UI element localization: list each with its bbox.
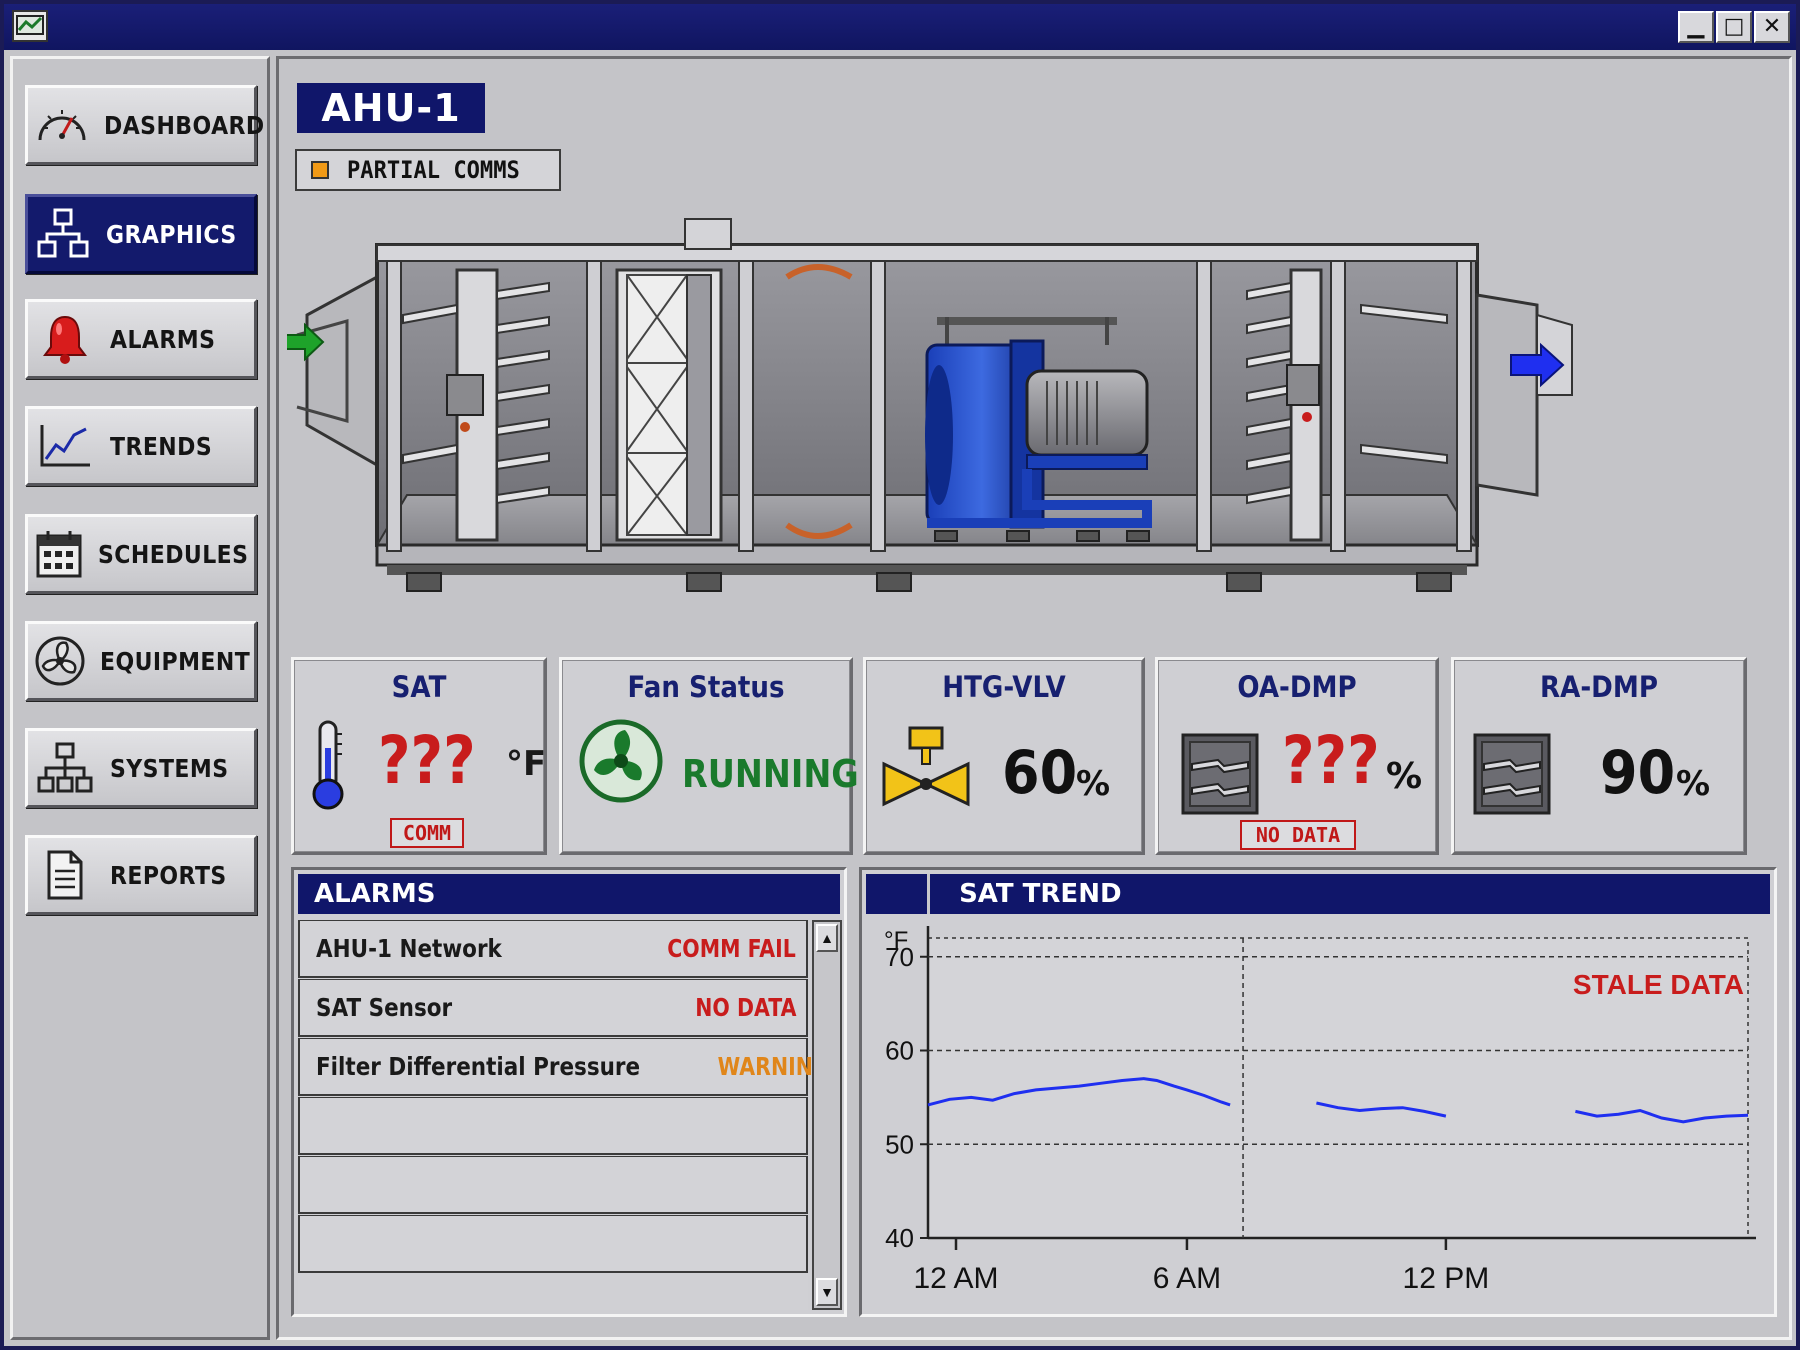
thermometer-icon [312, 720, 344, 810]
trend-line-icon [34, 418, 96, 474]
controller-box [684, 218, 732, 250]
nav-label: REPORTS [110, 860, 227, 890]
ra-dmp-value: 90 [1600, 738, 1676, 808]
alarm-scrollbar[interactable]: ▲ ▼ [812, 920, 842, 1310]
nav-label: GRAPHICS [105, 219, 237, 249]
valve-icon [882, 726, 970, 807]
sat-comm-tag: COMM [390, 818, 464, 848]
ra-dmp-title: RA-DMP [1540, 670, 1658, 704]
y-tick-label: 50 [885, 1129, 914, 1159]
nav-label: ALARMS [110, 324, 216, 354]
alarm-row[interactable] [298, 1097, 808, 1155]
htg-vlv-tile[interactable]: HTG-VLV 60 % [863, 657, 1145, 855]
nav-trends-button[interactable]: TRENDS [25, 406, 257, 486]
ra-dmp-tile[interactable]: RA-DMP 90 % [1451, 657, 1747, 855]
damper-icon [1181, 733, 1259, 815]
outlet-duct [1475, 293, 1573, 497]
minimize-button[interactable]: ▁ [1678, 11, 1714, 43]
htg-vlv-title: HTG-VLV [942, 670, 1066, 704]
scroll-down-button[interactable]: ▼ [816, 1278, 838, 1306]
comm-status-badge: PARTIAL COMMS [295, 149, 561, 191]
ahu-graphic [287, 218, 1573, 592]
alarm-row[interactable]: SAT Sensor NO DATA [298, 979, 808, 1037]
oa-dmp-title: OA-DMP [1237, 670, 1357, 704]
x-tick-label: 12 AM [913, 1262, 998, 1295]
oa-dmp-no-data-tag: NO DATA [1240, 820, 1356, 850]
alarm-row[interactable] [298, 1156, 808, 1214]
nav-label: SYSTEMS [110, 753, 229, 783]
document-icon [34, 847, 96, 903]
sat-tile[interactable]: SAT ??? °F COMM [291, 657, 547, 855]
filter-bank [615, 268, 723, 542]
nav-label: TRENDS [110, 431, 213, 461]
nav-dashboard-button[interactable]: DASHBOARD [25, 85, 264, 165]
nav-equipment-button[interactable]: EQUIPMENT [25, 621, 257, 701]
alarm-row[interactable]: AHU-1 Network COMM FAIL [298, 920, 808, 978]
x-tick-label: 12 PM [1403, 1262, 1490, 1295]
alarms-header: ALARMS [298, 874, 840, 914]
y-tick-label: 40 [885, 1223, 914, 1253]
ra-dmp-unit: % [1676, 764, 1711, 804]
nav-reports-button[interactable]: REPORTS [25, 835, 257, 915]
main-panel: AHU-1 PARTIAL COMMS SAT ??? °F COMM Fan … [276, 56, 1792, 1340]
comm-status-text: PARTIAL COMMS [347, 156, 520, 184]
app-window: ▁ □ ✕ DASHBOARD GRAPHICS ALARMS TRENDS S… [0, 0, 1800, 1350]
oa-dmp-tile[interactable]: OA-DMP ??? % NO DATA [1155, 657, 1439, 855]
fan-status-title: Fan Status [627, 670, 785, 704]
damper-icon [1473, 733, 1551, 815]
alarms-panel: ALARMS AHU-1 Network COMM FAIL SAT Senso… [291, 867, 847, 1317]
hierarchy-icon [34, 740, 96, 796]
sidebar: DASHBOARD GRAPHICS ALARMS TRENDS SCHEDUL… [10, 56, 270, 1340]
stale-data-label: STALE DATA [1573, 969, 1744, 1000]
y-axis-label: °F [884, 927, 908, 954]
sat-trend-title: SAT TREND [959, 879, 1122, 909]
sat-trend-header: SAT TREND [866, 874, 1770, 914]
fan-icon [579, 719, 663, 803]
alarm-row[interactable]: Filter Differential Pressure WARNING [298, 1038, 830, 1096]
sat-trend-chart: 40 50 60 70 °F 12 AM 6 AM 12 PM STALE DATA [868, 920, 1764, 1310]
app-icon[interactable] [12, 10, 48, 42]
fan-status-tile[interactable]: Fan Status RUNNING [559, 657, 859, 855]
sat-value: ??? [378, 722, 476, 799]
nav-label: EQUIPMENT [100, 646, 251, 676]
gauge-icon [34, 97, 90, 153]
maximize-button[interactable]: □ [1716, 11, 1752, 43]
comm-status-indicator [311, 161, 329, 179]
scroll-up-button[interactable]: ▲ [816, 924, 838, 952]
alarm-name: Filter Differential Pressure [316, 1052, 641, 1081]
fan-icon [34, 633, 86, 689]
nav-schedules-button[interactable]: SCHEDULES [25, 514, 257, 594]
nav-graphics-button[interactable]: GRAPHICS [25, 194, 257, 274]
title-bar: ▁ □ ✕ [4, 4, 1796, 50]
alarm-list: AHU-1 Network COMM FAIL SAT Sensor NO DA… [298, 920, 830, 1310]
alarm-state: COMM FAIL [667, 934, 796, 963]
calendar-icon [34, 526, 84, 582]
x-tick-label: 6 AM [1153, 1262, 1221, 1295]
nav-systems-button[interactable]: SYSTEMS [25, 728, 257, 808]
alarm-name: AHU-1 Network [316, 934, 502, 963]
close-button[interactable]: ✕ [1754, 11, 1790, 43]
trend-chart-svg: 40506070°F12 AM 6 AM 12 PMSTALE DATA [884, 926, 1756, 1295]
fan-status-value: RUNNING [682, 752, 859, 796]
sat-title: SAT [391, 670, 447, 704]
inlet-duct [296, 274, 379, 468]
oa-dmp-value: ??? [1282, 722, 1380, 799]
alarm-name: SAT Sensor [316, 993, 453, 1022]
sat-trend-panel: SAT TREND 40 50 60 70 °F 12 AM 6 AM 12 PM STALE … [859, 867, 1777, 1317]
network-icon [34, 206, 92, 262]
htg-vlv-unit: % [1076, 764, 1111, 804]
bell-icon [34, 311, 96, 367]
nav-label: DASHBOARD [104, 110, 265, 140]
sat-unit: °F [506, 744, 547, 784]
heating-coil [785, 264, 853, 539]
oa-dmp-unit: % [1386, 756, 1423, 797]
htg-vlv-value: 60 [1002, 738, 1078, 808]
alarm-row[interactable] [298, 1215, 808, 1273]
nav-alarms-button[interactable]: ALARMS [25, 299, 257, 379]
nav-label: SCHEDULES [98, 539, 249, 569]
y-tick-label: 60 [885, 1036, 914, 1066]
alarm-state: NO DATA [694, 993, 796, 1022]
unit-title: AHU-1 [297, 83, 485, 133]
